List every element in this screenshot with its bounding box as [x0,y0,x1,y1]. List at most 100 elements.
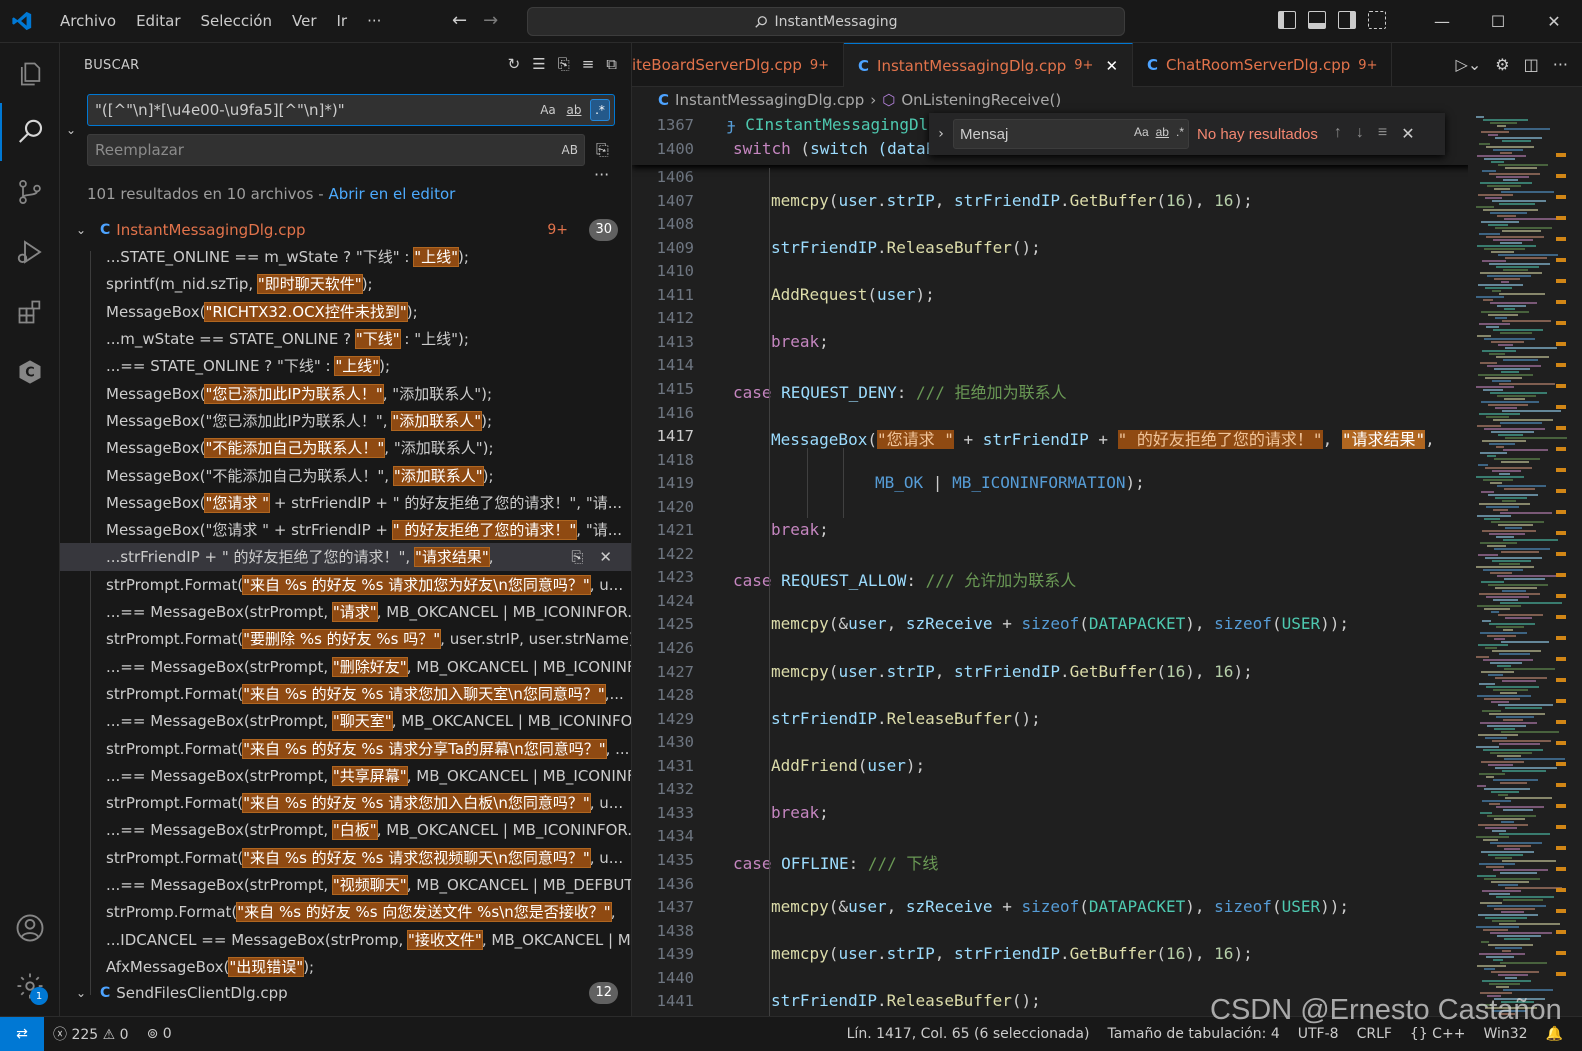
code-editor[interactable]: 1406 1407 1408 1409 1410 1411 1412 1413 1414 1415… [632,113,1582,1016]
use-regex-toggle[interactable]: .* [590,99,610,121]
search-result-item[interactable]: strPrompt.Format("来自 %s 的好友 %s 请求您加入白板\n… [106,789,631,816]
menu-more[interactable]: ··· [357,0,391,43]
search-result-item[interactable]: strPrompt.Format("来自 %s 的好友 %s 请求您加入聊天室\… [106,680,631,707]
code-line[interactable]: strFriendIP.ReleaseBuffer(); [771,709,1041,728]
open-in-editor-link[interactable]: Abrir en el editor [328,185,455,203]
search-result-item[interactable]: MessageBox("不能添加自己为联系人！", "添加联系人"); [106,461,631,488]
code-line[interactable]: memcpy(&user, szReceive + sizeof(DATAPAC… [771,897,1349,916]
end-of-line[interactable]: CRLF [1348,1026,1401,1042]
new-search-editor-icon[interactable]: ⎘ [558,55,570,73]
settings-icon[interactable]: ⚙ [1495,55,1509,74]
search-result-item[interactable]: ...== MessageBox(strPrompt, "视频聊天", MB_O… [106,871,631,898]
replace-all-icon[interactable]: ⎘ [596,140,609,160]
run-debug-icon[interactable] [0,223,60,281]
search-result-item[interactable]: ...strFriendIP + " 的好友拒绝了您的请求！", "请求结果",… [60,543,631,571]
customize-layout-icon[interactable] [1368,11,1386,29]
menu-archivo[interactable]: Archivo [50,0,126,43]
match-case-toggle[interactable]: Aa [538,99,558,121]
search-input[interactable]: "([^"\n]*[\u4e00-\u9fa5][^"\n]*)" Aa ab … [87,94,615,126]
search-result-item[interactable]: MessageBox("您请求 " + strFriendIP + " 的好友拒… [106,516,631,543]
vertical-scrollbar[interactable] [1554,113,1568,1016]
search-icon[interactable] [0,103,60,161]
search-result-item[interactable]: MessageBox("RICHTX32.OCX控件未找到"); [106,298,631,325]
chevron-down-icon[interactable]: ⌄ [76,986,90,1000]
search-result-item[interactable]: strPrompt.Format("来自 %s 的好友 %s 请求加您为好友\n… [106,571,631,598]
view-as-tree-icon[interactable]: ≡ [582,55,595,73]
maximize-icon[interactable]: ☐ [1470,0,1526,43]
search-result-item[interactable]: ...== MessageBox(strPrompt, "共享屏幕", MB_O… [106,762,631,789]
encoding[interactable]: UTF-8 [1289,1026,1348,1042]
search-result-item[interactable]: MessageBox("您已添加此IP为联系人！", "添加联系人"); [106,407,631,434]
preserve-case-toggle[interactable]: AB [560,139,580,161]
search-result-item[interactable]: ...== MessageBox(strPrompt, "白板", MB_OKC… [106,816,631,843]
replace-input[interactable]: Reemplazar AB [87,134,585,166]
platform[interactable]: Win32 [1474,1026,1536,1042]
toggle-secondary-sidebar-icon[interactable] [1338,11,1356,29]
search-result-item[interactable]: strPrompt.Format("来自 %s 的好友 %s 请求您视频聊天\n… [106,844,631,871]
code-line[interactable]: AddFriend(user); [771,756,925,775]
code-line[interactable]: memcpy(&user, szReceive + sizeof(DATAPAC… [771,614,1349,633]
tab-whiteboard-server[interactable]: iteBoardServerDlg.cpp 9+ [632,43,845,87]
code-line[interactable]: memcpy(user.strIP, strFriendIP.GetBuffer… [771,191,1253,210]
search-result-item[interactable]: MessageBox("您已添加此IP为联系人！", "添加联系人"); [106,380,631,407]
search-result-item[interactable]: MessageBox("不能添加自己为联系人！", "添加联系人"); [106,434,631,461]
toggle-panel-icon[interactable] [1308,11,1326,29]
split-editor-icon[interactable]: ◫ [1524,55,1539,74]
search-result-item[interactable]: MessageBox("您请求 " + strFriendIP + " 的好友拒… [106,489,631,516]
find-match-case-toggle[interactable]: Aa [1134,125,1149,139]
code-line[interactable]: MB_OK | MB_ICONINFORMATION); [875,473,1145,492]
more-actions-icon[interactable]: ··· [1553,55,1568,74]
search-result-item[interactable]: strPromp.Format("来自 %s 的好友 %s 向您发送文件 %s\… [106,898,631,925]
code-line[interactable]: memcpy(user.strIP, strFriendIP.GetBuffer… [771,662,1253,681]
close-tab-icon[interactable]: ✕ [1105,57,1118,75]
menu-editar[interactable]: Editar [126,0,190,43]
run-file-icon[interactable]: ▷⌄ [1456,55,1482,74]
breadcrumb-symbol[interactable]: OnListeningReceive() [901,91,1061,109]
notifications-bell-icon[interactable]: 🔔 [1537,1026,1572,1042]
menu-ir[interactable]: Ir [327,0,358,43]
find-input[interactable]: Mensaj Aa ab .* [953,119,1189,149]
chevron-down-icon[interactable]: ⌄ [76,223,90,237]
code-line[interactable]: AddRequest(user); [771,285,935,304]
menu-seleccion[interactable]: Selección [191,0,283,43]
previous-match-icon[interactable]: ↑ [1334,124,1342,144]
extensions-icon[interactable] [0,283,60,341]
source-control-icon[interactable] [0,163,60,221]
breadcrumb-file[interactable]: InstantMessagingDlg.cpp [675,91,864,109]
code-line[interactable]: strFriendIP.ReleaseBuffer(); [771,238,1041,257]
search-result-item[interactable]: sprintf(m_nid.szTip, "即时聊天软件"); [106,270,631,297]
result-file-row[interactable]: ⌄ C InstantMessagingDlg.cpp 9+ 30 [60,216,631,243]
dismiss-icon[interactable]: ✕ [599,548,612,566]
find-in-selection-icon[interactable]: ≡ [1378,124,1387,144]
search-result-item[interactable]: strPrompt.Format("来自 %s 的好友 %s 请求分享Ta的屏幕… [106,734,631,761]
close-window-icon[interactable]: ✕ [1526,0,1582,43]
search-result-item[interactable]: ...== STATE_ONLINE ? "下线" : "上线"); [106,352,631,379]
search-result-item[interactable]: AfxMessageBox("出现错误"); [106,953,631,980]
command-center[interactable]: InstantMessaging [527,7,1125,36]
explorer-icon[interactable] [0,45,60,103]
minimize-icon[interactable]: — [1414,0,1470,43]
toggle-search-details-icon[interactable]: ··· [594,165,609,184]
search-result-item[interactable]: ...== MessageBox(strPrompt, "聊天室", MB_OK… [106,707,631,734]
sticky-line[interactable]: ɟ CInstantMessagingDl [726,115,928,134]
cursor-position[interactable]: Lín. 1417, Col. 65 (6 seleccionada) [838,1026,1099,1042]
tab-size[interactable]: Tamaño de tabulación: 4 [1098,1026,1288,1042]
go-back-icon[interactable]: ← [452,10,467,31]
code-line[interactable]: MessageBox("您请求 " + strFriendIP + " 的好友拒… [771,426,1435,450]
replace-icon[interactable]: ⎘ [571,548,583,566]
code-line[interactable]: case OFFLINE: /// 下线 [733,850,938,874]
clear-results-icon[interactable]: ☰ [532,55,545,73]
tab-chatroom-server[interactable]: C ChatRoomServerDlg.cpp 9+ [1133,43,1393,87]
collapse-all-icon[interactable]: ⧉ [606,55,617,73]
code-line[interactable]: memcpy(user.strIP, strFriendIP.GetBuffer… [771,944,1253,963]
minimap[interactable] [1468,113,1568,1016]
language-mode[interactable]: {} C++ [1401,1026,1475,1042]
close-find-icon[interactable]: ✕ [1401,124,1414,144]
code-line[interactable]: break; [771,803,829,822]
menu-ver[interactable]: Ver [282,0,327,43]
find-whole-word-toggle[interactable]: ab [1156,125,1169,139]
toggle-replace-chevron-icon[interactable]: › [929,126,953,142]
search-result-item[interactable]: strPrompt.Format("要删除 %s 的好友 %s 吗？", use… [106,625,631,652]
code-line[interactable]: case REQUEST_ALLOW: /// 允许加为联系人 [733,567,1076,591]
search-result-item[interactable]: ...== MessageBox(strPrompt, "请求", MB_OKC… [106,598,631,625]
